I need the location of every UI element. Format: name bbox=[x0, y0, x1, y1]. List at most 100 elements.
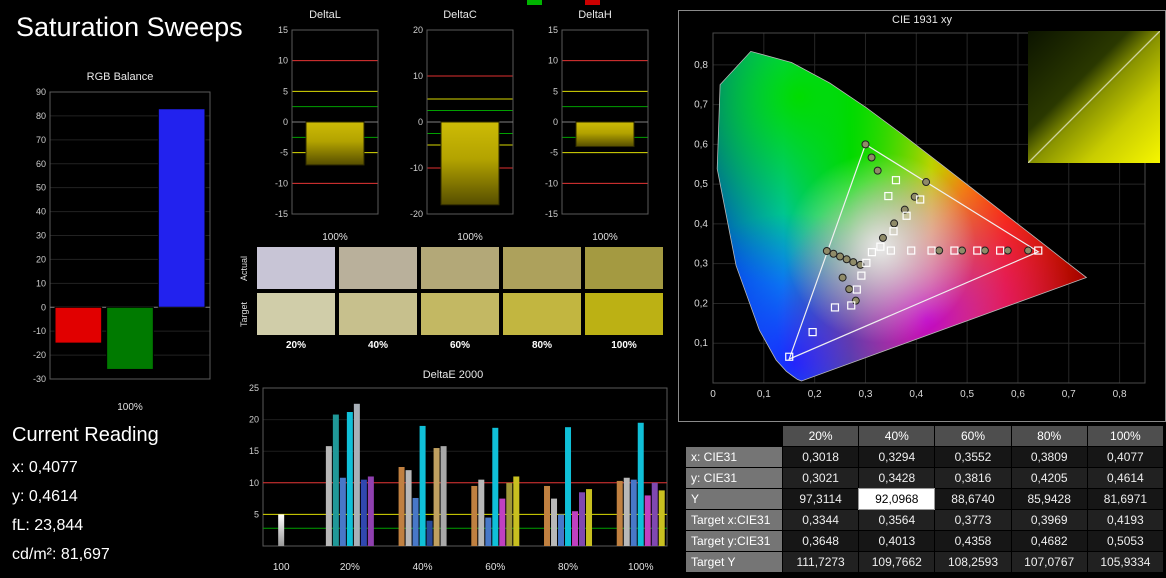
delta-l-panel: DeltaL 15 10 5 0 -5 -10 -15 100% bbox=[262, 8, 388, 249]
deltae-bar bbox=[651, 482, 658, 546]
deltae-bar bbox=[278, 514, 285, 546]
tick-label: -15 bbox=[275, 209, 288, 219]
row-label: Target x:CIE31 bbox=[686, 510, 782, 530]
tick-label: 0,2 bbox=[808, 389, 822, 400]
row-label: x: CIE31 bbox=[686, 447, 782, 467]
table-cell: 0,4077 bbox=[1087, 447, 1163, 467]
reading-fl: fL: 23,844 bbox=[12, 517, 84, 534]
tick-label: 20 bbox=[36, 254, 46, 264]
deltae-bar bbox=[478, 479, 485, 546]
tick-label: -5 bbox=[550, 148, 558, 158]
deltae-bar bbox=[405, 470, 412, 546]
delta-bar bbox=[440, 121, 500, 206]
swatch-comparison-panel: Actual Target 20% 40% 60% 80% 100% bbox=[233, 243, 669, 367]
table-cell: 0,5053 bbox=[1087, 531, 1163, 551]
tick-label: 10 bbox=[278, 56, 288, 66]
delta-bar bbox=[575, 121, 635, 148]
table-cell: 0,3816 bbox=[935, 468, 1011, 488]
page-title: Saturation Sweeps bbox=[16, 12, 243, 42]
target-point bbox=[1024, 246, 1033, 255]
deltae-bar bbox=[544, 485, 551, 546]
actual-swatch-40% bbox=[339, 247, 417, 289]
tick-label: 15 bbox=[548, 25, 558, 35]
tick-label: 20 bbox=[413, 25, 423, 35]
reading-y: y: 0,4614 bbox=[12, 488, 78, 505]
delta-bar bbox=[305, 121, 365, 166]
rgb-balance-panel: RGB Balance 90 80 70 60 50 40 30 20 10 0 -10 -20 -30… bbox=[20, 70, 220, 419]
table-cell: 0,4013 bbox=[859, 531, 935, 551]
tick-label: 25 bbox=[249, 383, 259, 393]
column-header: 40% bbox=[859, 426, 935, 446]
swatch-column-label: 100% bbox=[611, 340, 637, 351]
current-reading: Current Reading x: 0,4077 y: 0,4614 fL: … bbox=[12, 424, 159, 569]
actual-swatch-80% bbox=[503, 247, 581, 289]
deltae-bar bbox=[339, 477, 346, 546]
tick-label: 0,6 bbox=[694, 139, 708, 150]
tick-label: -30 bbox=[33, 374, 46, 384]
deltae-bar bbox=[433, 448, 440, 546]
target-point bbox=[861, 140, 870, 149]
tick-label: 60% bbox=[485, 562, 505, 573]
tick-label: 90 bbox=[36, 87, 46, 97]
deltae-bar bbox=[658, 490, 665, 546]
deltae-bar bbox=[565, 427, 572, 546]
tick-label: 70 bbox=[36, 135, 46, 145]
target-point bbox=[822, 246, 831, 255]
column-header: 100% bbox=[1087, 426, 1163, 446]
tick-label: 0,1 bbox=[757, 389, 771, 400]
deltae-bar bbox=[616, 480, 623, 546]
row-label: Target Y bbox=[686, 552, 782, 572]
tick-label: 100% bbox=[592, 232, 618, 243]
target-point bbox=[845, 285, 854, 294]
tick-label: -20 bbox=[33, 350, 46, 360]
tick-label: 0,5 bbox=[960, 389, 974, 400]
tick-label: 15 bbox=[249, 446, 259, 456]
tick-label: -10 bbox=[545, 178, 558, 188]
target-point bbox=[838, 273, 847, 282]
rgb-balance-svg: 90 80 70 60 50 40 30 20 10 0 -10 -20 -30 100% bbox=[33, 87, 211, 413]
deltae-2000-svg: 25 20 15 10 5 100 20% 40% 60% 80% 100% bbox=[249, 383, 668, 573]
target-row-label: Target bbox=[239, 301, 249, 327]
table-cell: 0,4614 bbox=[1087, 468, 1163, 488]
table-cell: 0,4193 bbox=[1087, 510, 1163, 530]
target-point bbox=[922, 178, 931, 187]
target-point bbox=[958, 246, 967, 255]
deltae-bar bbox=[579, 492, 586, 546]
actual-swatch-60% bbox=[421, 247, 499, 289]
tick-label: 20% bbox=[340, 562, 360, 573]
tick-label: 80 bbox=[36, 111, 46, 121]
tick-label: -10 bbox=[410, 163, 423, 173]
deltae-bar bbox=[637, 422, 644, 546]
table-cell: 111,7273 bbox=[783, 552, 859, 572]
delta-l-chart: 15 10 5 0 -5 -10 -15 100% bbox=[262, 22, 388, 249]
table-corner bbox=[686, 426, 782, 446]
deltae-bar bbox=[551, 498, 558, 546]
table-cell: 108,2593 bbox=[935, 552, 1011, 572]
table-cell: 105,9334 bbox=[1087, 552, 1163, 572]
deltae-bar bbox=[412, 497, 419, 546]
deltae-bar bbox=[513, 476, 520, 546]
red-status-marker bbox=[585, 0, 600, 5]
deltae-bar bbox=[367, 476, 374, 546]
table-cell: 0,3969 bbox=[1011, 510, 1087, 530]
target-swatch-100% bbox=[585, 293, 663, 335]
deltae-bar bbox=[506, 482, 513, 546]
tick-label: 30 bbox=[36, 231, 46, 241]
table-cell: 0,3294 bbox=[859, 447, 935, 467]
tick-label: 0 bbox=[418, 117, 423, 127]
actual-swatch-20% bbox=[257, 247, 335, 289]
reading-cdm2: cd/m²: 81,697 bbox=[12, 546, 110, 563]
target-point bbox=[851, 296, 860, 305]
deltae-bar bbox=[586, 489, 593, 546]
tick-label: 0 bbox=[710, 389, 716, 400]
deltae-bar bbox=[485, 517, 492, 546]
measurement-table-panel: 20% 40% 60% 80% 100% x: CIE31 0,3018 0,3294 0,35… bbox=[686, 426, 1163, 572]
deltae-bar bbox=[440, 446, 447, 546]
tick-label: 40 bbox=[36, 207, 46, 217]
tick-label: 100% bbox=[457, 232, 483, 243]
table-cell: 0,3344 bbox=[783, 510, 859, 530]
tick-label: 5 bbox=[283, 86, 288, 96]
table-cell: 85,9428 bbox=[1011, 489, 1087, 509]
measurement-table: 20% 40% 60% 80% 100% x: CIE31 0,3018 0,3294 0,35… bbox=[686, 426, 1163, 572]
tick-label: 0 bbox=[41, 302, 46, 312]
